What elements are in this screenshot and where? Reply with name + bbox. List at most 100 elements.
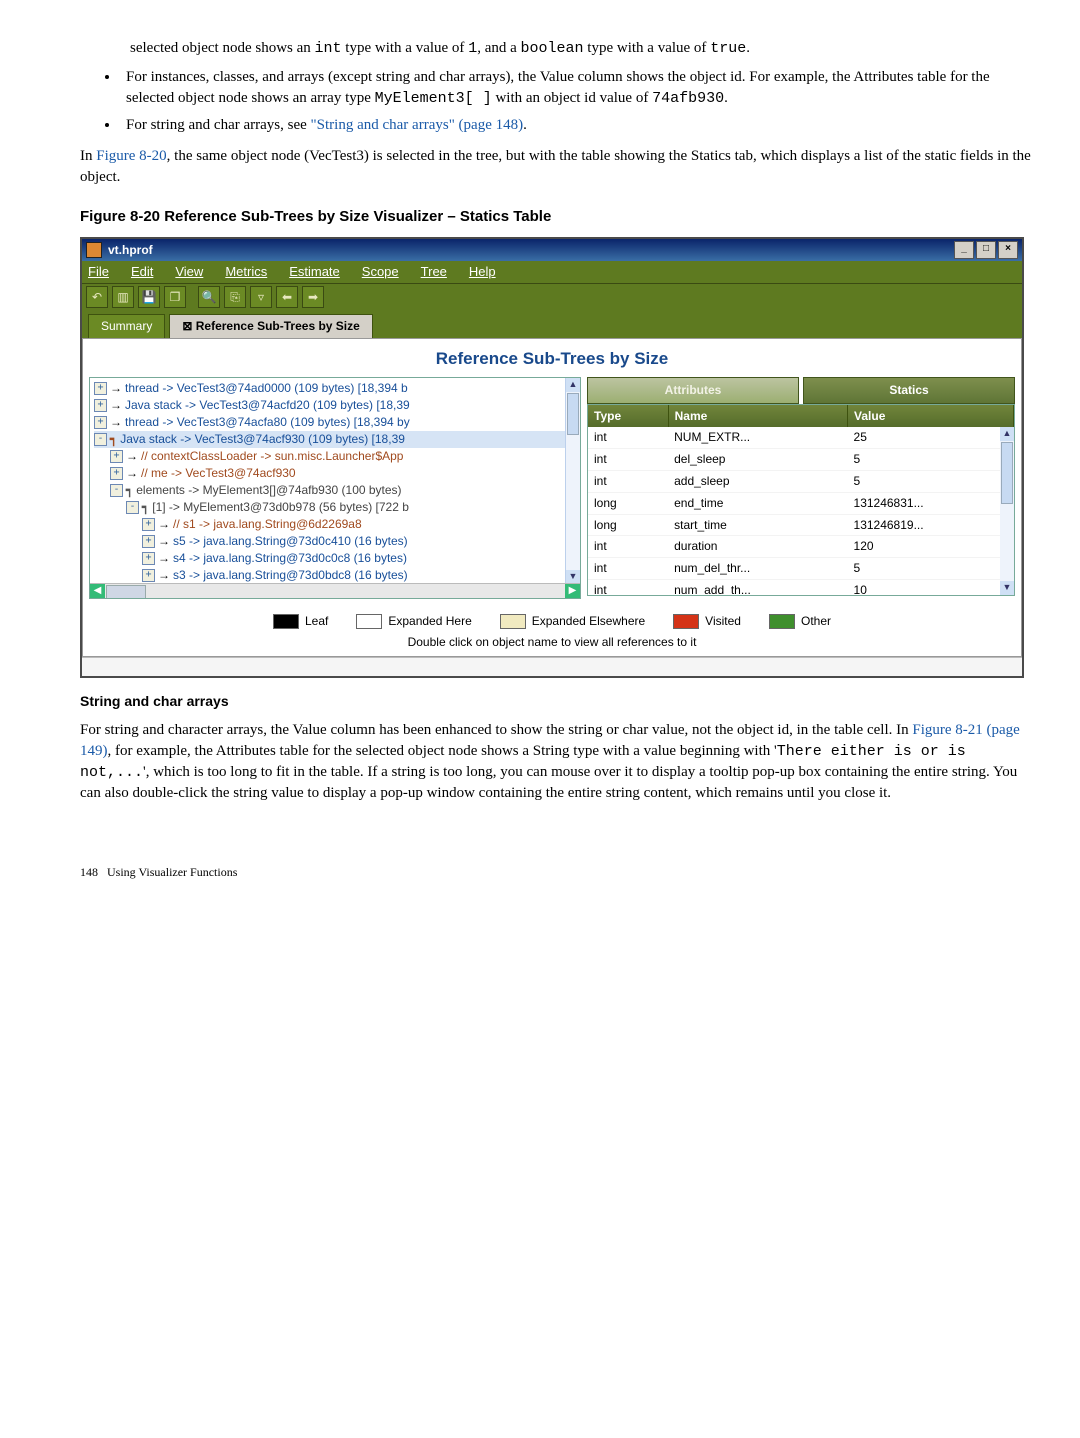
save-icon[interactable]: 💾 (138, 286, 160, 308)
collapse-icon[interactable]: - (94, 433, 107, 446)
bullet-list: For instances, classes, and arrays (exce… (120, 67, 1040, 136)
tree-row[interactable]: -┑elements -> MyElement3[]@74afb930 (100… (94, 482, 578, 499)
menu-scope[interactable]: Scope (362, 263, 399, 281)
find-icon[interactable]: 🔍 (198, 286, 220, 308)
text: . (523, 117, 527, 133)
legend-visited: Visited (673, 613, 741, 630)
scroll-right-icon[interactable]: ▶ (565, 584, 580, 598)
expand-icon[interactable]: + (142, 552, 155, 565)
table-row[interactable]: intdel_sleep5 (588, 449, 1014, 471)
tree-row[interactable]: +→s5 -> java.lang.String@73d0c410 (16 by… (94, 533, 578, 550)
forward-icon[interactable]: ➡ (302, 286, 324, 308)
main-split: +→thread -> VecTest3@74ad0000 (109 bytes… (83, 377, 1021, 605)
scroll-thumb[interactable] (1001, 442, 1013, 504)
content-area: Reference Sub-Trees by Size +→thread -> … (82, 338, 1022, 657)
legend-leaf: Leaf (273, 613, 328, 630)
col-name[interactable]: Name (668, 405, 847, 428)
expand-icon[interactable]: + (110, 467, 123, 480)
col-type[interactable]: Type (588, 405, 668, 428)
footer-label: Using Visualizer Functions (107, 865, 237, 879)
menu-view[interactable]: View (175, 263, 203, 281)
list-item: For instances, classes, and arrays (exce… (120, 67, 1040, 109)
tab-statics[interactable]: Statics (803, 377, 1015, 404)
copy-icon[interactable]: ❐ (164, 286, 186, 308)
tree-pane[interactable]: +→thread -> VecTest3@74ad0000 (109 bytes… (89, 377, 581, 599)
tab-attributes[interactable]: Attributes (587, 377, 799, 404)
expanded-here-swatch-icon (356, 614, 382, 629)
menu-metrics[interactable]: Metrics (225, 263, 267, 281)
expanded-elsewhere-swatch-icon (500, 614, 526, 629)
text: For string and char arrays, see (126, 117, 311, 133)
scroll-down-icon[interactable]: ▼ (566, 570, 580, 584)
export-icon[interactable]: ⎘ (224, 286, 246, 308)
open-icon[interactable]: ▥ (112, 286, 134, 308)
figure-8-20-link[interactable]: Figure 8-20 (96, 148, 166, 164)
visited-swatch-icon (673, 614, 699, 629)
collapse-icon[interactable]: - (126, 501, 139, 514)
tree-row-selected[interactable]: -┑Java stack -> VecTest3@74acf930 (109 b… (94, 431, 578, 448)
table-row[interactable]: intadd_sleep5 (588, 470, 1014, 492)
table-row[interactable]: intNUM_EXTR...25 (588, 427, 1014, 448)
expand-icon[interactable]: + (142, 569, 155, 582)
tree-horizontal-scrollbar[interactable]: ◀ ▶ (90, 583, 580, 598)
filter-icon[interactable]: ▿ (250, 286, 272, 308)
tree-row[interactable]: +→Java stack -> VecTest3@74acfd20 (109 b… (94, 397, 578, 414)
text: , for example, the Attributes table for … (108, 743, 777, 759)
scroll-up-icon[interactable]: ▲ (566, 378, 580, 392)
col-value[interactable]: Value (848, 405, 1014, 428)
expand-icon[interactable]: + (94, 399, 107, 412)
expand-icon[interactable]: + (94, 416, 107, 429)
legend-expanded-elsewhere: Expanded Elsewhere (500, 613, 645, 630)
collapse-icon[interactable]: - (110, 484, 123, 497)
tree-row[interactable]: +→// s1 -> java.lang.String@6d2269a8 (94, 516, 578, 533)
tree-row[interactable]: +→s4 -> java.lang.String@73d0c0c8 (16 by… (94, 550, 578, 567)
menu-edit[interactable]: Edit (131, 263, 153, 281)
tree-vertical-scrollbar[interactable]: ▲ ▼ (565, 378, 580, 584)
menu-estimate[interactable]: Estimate (289, 263, 340, 281)
maximize-button[interactable]: □ (976, 241, 996, 259)
expand-icon[interactable]: + (110, 450, 123, 463)
text: selected object node shows an (130, 40, 315, 56)
scroll-up-icon[interactable]: ▲ (1000, 427, 1014, 441)
tab-summary[interactable]: Summary (88, 314, 165, 338)
tree-row[interactable]: +→thread -> VecTest3@74ad0000 (109 bytes… (94, 380, 578, 397)
mid-paragraph: In Figure 8-20, the same object node (Ve… (80, 146, 1040, 188)
scroll-down-icon[interactable]: ▼ (1000, 581, 1014, 595)
scroll-thumb[interactable] (106, 585, 146, 599)
legend-expanded-here: Expanded Here (356, 613, 471, 630)
menu-file[interactable]: File (88, 263, 109, 281)
scroll-thumb[interactable] (567, 393, 579, 435)
right-pane: Attributes Statics Type Name Value (587, 377, 1015, 596)
expand-icon[interactable]: + (142, 535, 155, 548)
expand-icon[interactable]: + (94, 382, 107, 395)
string-char-arrays-link[interactable]: "String and char arrays" (page 148) (311, 117, 524, 133)
menu-help[interactable]: Help (469, 263, 496, 281)
expand-icon[interactable]: + (142, 518, 155, 531)
tree-row[interactable]: +→// me -> VecTest3@74acf930 (94, 465, 578, 482)
leaf-swatch-icon (273, 614, 299, 629)
menu-tree[interactable]: Tree (421, 263, 447, 281)
code-myelement: MyElement3[ ] (375, 90, 492, 107)
back-icon[interactable]: ⬅ (276, 286, 298, 308)
tree-row[interactable]: +→thread -> VecTest3@74acfa80 (109 bytes… (94, 414, 578, 431)
table-vertical-scrollbar[interactable]: ▲ ▼ (1000, 427, 1014, 595)
table-row[interactable]: longstart_time131246819... (588, 514, 1014, 536)
code-one: 1 (468, 40, 477, 57)
legend-other: Other (769, 613, 831, 630)
tree-row[interactable]: -┑[1] -> MyElement3@73d0b978 (56 bytes) … (94, 499, 578, 516)
table-row[interactable]: intnum_add_th...10 (588, 579, 1014, 595)
tab-reference-subtrees[interactable]: ⊠ Reference Sub-Trees by Size (169, 314, 372, 338)
scroll-left-icon[interactable]: ◀ (90, 584, 105, 598)
minimize-button[interactable]: _ (954, 241, 974, 259)
close-button[interactable]: × (998, 241, 1018, 259)
table-row[interactable]: longend_time131246831... (588, 492, 1014, 514)
title-bar[interactable]: vt.hprof _ □ × (82, 239, 1022, 261)
tree-row[interactable]: +→// contextClassLoader -> sun.misc.Laun… (94, 448, 578, 465)
undo-icon[interactable]: ↶ (86, 286, 108, 308)
code-boolean: boolean (521, 40, 584, 57)
table-row[interactable]: intnum_del_thr...5 (588, 558, 1014, 580)
code-true: true (710, 40, 746, 57)
tree-row[interactable]: +→s3 -> java.lang.String@73d0bdc8 (16 by… (94, 567, 578, 584)
table-row[interactable]: intduration120 (588, 536, 1014, 558)
code-objectid: 74afb930 (652, 90, 724, 107)
